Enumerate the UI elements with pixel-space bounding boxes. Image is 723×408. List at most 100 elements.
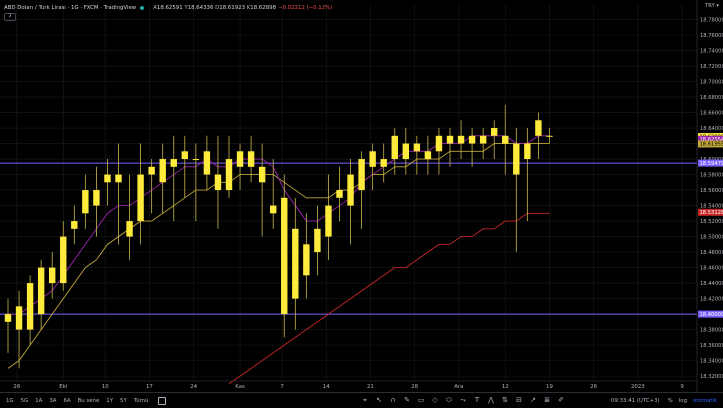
candle-body xyxy=(104,175,110,183)
candle xyxy=(535,113,541,160)
ohlc-values: A18.62591 Y18.64336 D18.61923 K18.62898 xyxy=(153,5,276,11)
rectangle-icon[interactable]: ▭ xyxy=(416,395,426,405)
high-value: 18.64336 xyxy=(188,5,214,11)
crosshair-icon[interactable]: ⌖ xyxy=(360,395,370,405)
candle xyxy=(160,144,166,214)
scale-options: % log otomatik xyxy=(668,398,717,404)
candle-body xyxy=(215,175,221,191)
candle-body xyxy=(303,244,309,275)
time-tick-label: 14 xyxy=(323,384,330,390)
scale-option[interactable]: % xyxy=(668,398,673,404)
range-button[interactable]: 1Y xyxy=(106,398,113,404)
candle-body xyxy=(336,190,342,198)
candle-body xyxy=(314,229,320,252)
market-status-icon xyxy=(140,6,144,10)
range-button[interactable]: 5Y xyxy=(120,398,127,404)
candle xyxy=(447,128,453,167)
time-tick-label: 24 xyxy=(190,384,197,390)
close-value: 18.62898 xyxy=(250,5,276,11)
indicators-toggle-button[interactable]: 3 xyxy=(4,13,16,21)
candle-body xyxy=(546,136,552,137)
price-tick-label: 18.54000 xyxy=(700,203,723,209)
candle-body xyxy=(60,237,66,284)
price-tick-label: 18.44000 xyxy=(700,281,723,287)
candle-body xyxy=(469,136,475,144)
scale-option[interactable]: otomatik xyxy=(693,398,717,404)
candle xyxy=(38,260,44,330)
price-tick-label: 18.56000 xyxy=(700,188,723,194)
time-tick-label: Eki xyxy=(59,384,67,390)
scale-option[interactable]: log xyxy=(679,398,687,404)
symbol-title[interactable]: ABD Doları / Türk Lirası · 1G · FXCM · T… xyxy=(4,5,136,11)
price-axis: 18.7800018.7600018.7400018.7200018.70000… xyxy=(697,0,723,392)
range-button[interactable]: 1G xyxy=(6,398,14,404)
magnet-icon[interactable]: ∩ xyxy=(388,395,398,405)
candle-body xyxy=(115,175,121,183)
candle-body xyxy=(226,159,232,190)
ellipse-icon[interactable]: ⬭ xyxy=(444,395,454,405)
candle-body xyxy=(414,144,420,152)
price-tick-label: 18.70000 xyxy=(700,79,723,85)
candle-body xyxy=(237,151,243,167)
candle xyxy=(248,136,254,183)
price-label: 18.59479 xyxy=(698,160,723,167)
candle-body xyxy=(160,159,166,182)
candle-body xyxy=(27,283,33,330)
range-button[interactable]: Tümü xyxy=(134,398,149,404)
range-button[interactable]: 1A xyxy=(35,398,42,404)
range-button[interactable]: Bu sene xyxy=(78,398,100,404)
calendar-icon[interactable] xyxy=(158,397,166,405)
time-tick-label: 26 xyxy=(13,384,20,390)
candle xyxy=(314,206,320,276)
currency-selector[interactable]: TRY ▾ xyxy=(705,3,719,9)
candle xyxy=(237,144,243,191)
measure-icon[interactable]: ⊟ xyxy=(514,395,524,405)
candle xyxy=(469,128,475,167)
drawing-toolbar: ⌖ ↖ ∩ ✎ ▭ ◇ ⬭ ⤳ T ⋀ ⇅ ⊟ ↗ ≣ ✐ xyxy=(360,393,566,406)
text-icon[interactable]: T xyxy=(472,395,482,405)
candle-body xyxy=(248,151,254,167)
candle xyxy=(303,213,309,298)
range-button[interactable]: 3A xyxy=(49,398,56,404)
candle-body xyxy=(171,159,177,167)
candle xyxy=(137,144,143,245)
time-tick-label: 21 xyxy=(367,384,374,390)
diamond-icon[interactable]: ◇ xyxy=(430,395,440,405)
candle xyxy=(126,175,132,260)
candle xyxy=(502,105,508,175)
price-label-text: 18.40000 xyxy=(700,312,723,318)
pen-icon[interactable]: ✐ xyxy=(556,395,566,405)
time-tick-label: 19 xyxy=(546,384,553,390)
candle xyxy=(392,128,398,175)
candle-body xyxy=(82,190,88,213)
range-button[interactable]: 5G xyxy=(21,398,29,404)
brush-icon[interactable]: ✎ xyxy=(402,395,412,405)
arrow-icon[interactable]: ↗ xyxy=(528,395,538,405)
ma-fast-line xyxy=(8,136,549,314)
candle-body xyxy=(491,128,497,136)
open-value: 18.62591 xyxy=(157,5,183,11)
candle-body xyxy=(38,268,44,315)
price-chart[interactable]: 18.7800018.7600018.7400018.7200018.70000… xyxy=(0,0,723,407)
candle xyxy=(5,299,11,353)
pattern-icon[interactable]: ⋀ xyxy=(486,395,496,405)
candle-body xyxy=(71,221,77,229)
candle-body xyxy=(458,136,464,144)
candle xyxy=(49,252,55,299)
path-icon[interactable]: ⤳ xyxy=(458,395,468,405)
clock-display[interactable]: 09:33:41 (UTC+3) xyxy=(611,398,660,404)
candle xyxy=(436,128,442,175)
candle xyxy=(546,128,552,144)
range-button[interactable]: 6A xyxy=(63,398,70,404)
cursor-icon[interactable]: ↖ xyxy=(374,395,384,405)
price-tick-label: 18.50000 xyxy=(700,234,723,240)
candle xyxy=(358,151,364,229)
long-position-icon[interactable]: ⇅ xyxy=(500,395,510,405)
fib-icon[interactable]: ≣ xyxy=(542,395,552,405)
candle-body xyxy=(403,144,409,160)
candle xyxy=(281,175,287,338)
price-label: 18.40000 xyxy=(698,311,723,318)
price-tick-label: 18.52000 xyxy=(700,219,723,225)
price-tick-label: 18.76000 xyxy=(700,33,723,39)
time-tick-label: 28 xyxy=(411,384,418,390)
